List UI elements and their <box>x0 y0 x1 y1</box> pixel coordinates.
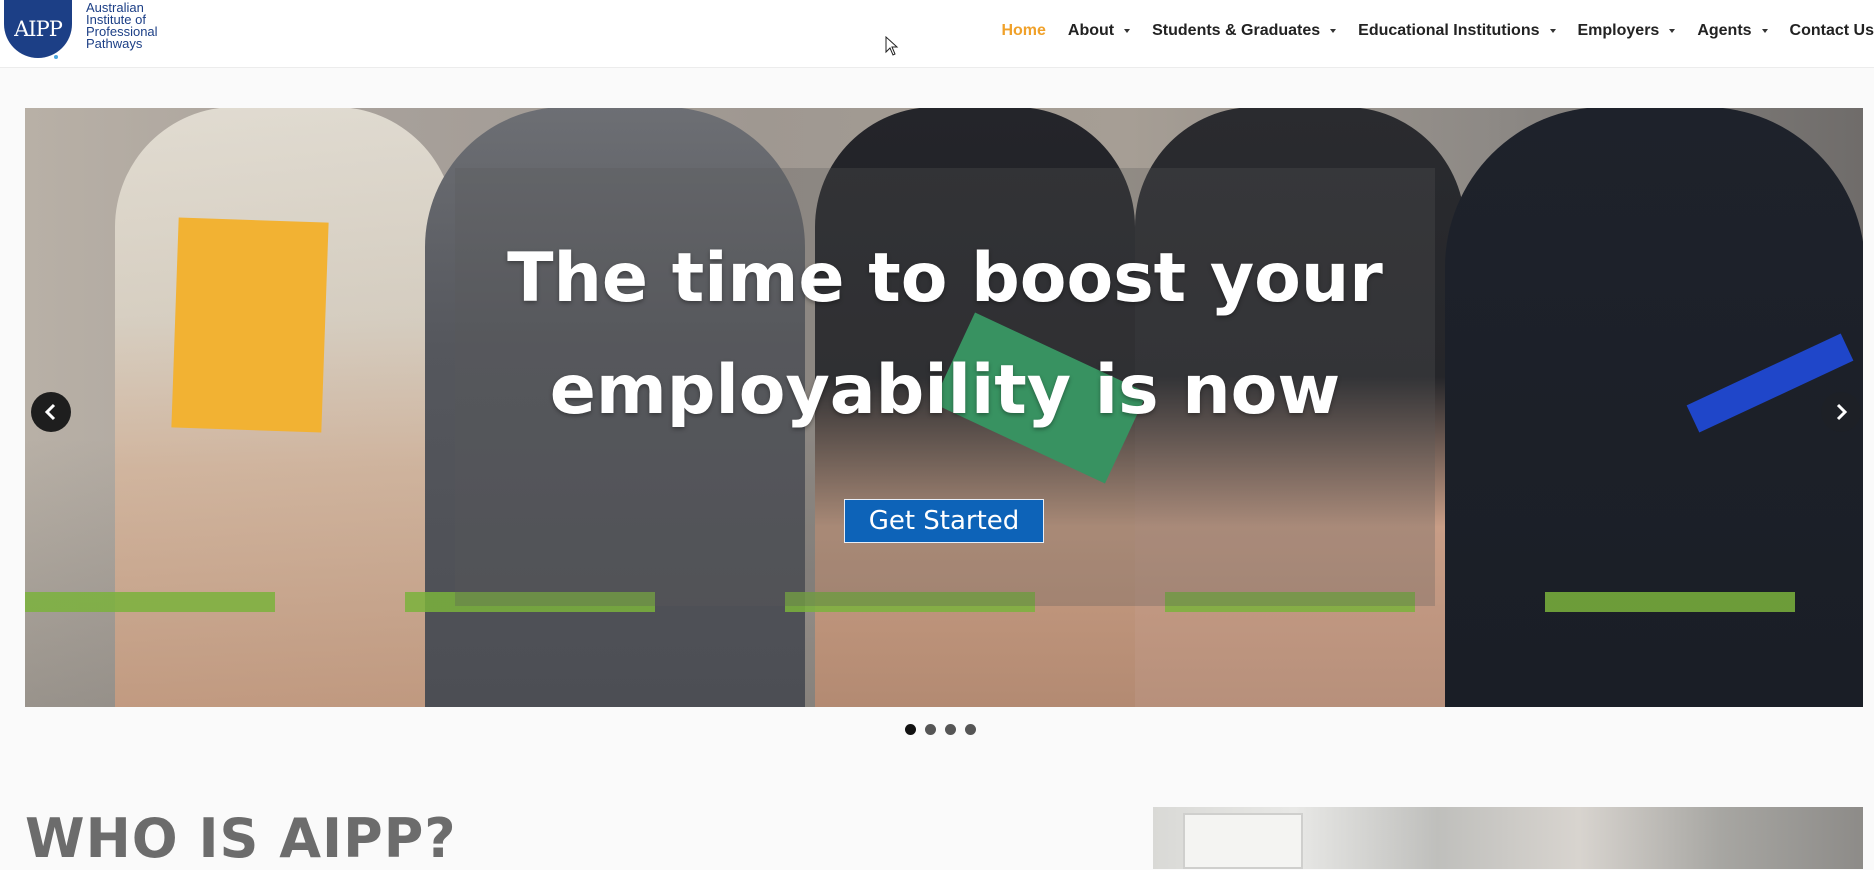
logo-text: Australian Institute of Professional Pat… <box>86 0 158 51</box>
logo-mark: AIPP <box>4 0 72 58</box>
slider-next-button[interactable] <box>1821 392 1861 432</box>
hero-slider: The time to boost your employability is … <box>25 108 1863 707</box>
chevron-right-icon <box>1836 403 1848 421</box>
hero-photo-person <box>1445 108 1863 707</box>
slider-dot[interactable] <box>925 724 936 735</box>
caret-down-icon <box>1761 29 1768 33</box>
site-header: AIPP Australian Institute of Professiona… <box>0 0 1874 68</box>
hero-photo-folder <box>171 217 329 433</box>
slider-pagination <box>905 724 976 735</box>
nav-item-agents[interactable]: Agents <box>1697 22 1768 40</box>
who-is-aipp-heading: WHO IS AIPP? <box>25 807 457 870</box>
slider-dot[interactable] <box>945 724 956 735</box>
slider-dot[interactable] <box>905 724 916 735</box>
site-logo[interactable]: AIPP Australian Institute of Professiona… <box>2 0 162 62</box>
caret-down-icon <box>1330 29 1337 33</box>
slider-dot[interactable] <box>965 724 976 735</box>
get-started-button[interactable]: Get Started <box>844 499 1044 543</box>
nav-item-employers[interactable]: Employers <box>1578 22 1676 40</box>
nav-item-about[interactable]: About <box>1068 22 1131 40</box>
who-section-image <box>1153 807 1863 869</box>
caret-down-icon <box>1124 29 1131 33</box>
nav-item-students-graduates[interactable]: Students & Graduates <box>1152 22 1337 40</box>
chevron-left-icon <box>44 403 56 421</box>
mouse-cursor-icon <box>885 36 899 56</box>
image-window-detail <box>1183 813 1303 869</box>
hero-title: The time to boost your employability is … <box>507 239 1383 430</box>
caret-down-icon <box>1549 29 1556 33</box>
nav-item-contact-us[interactable]: Contact Us <box>1790 22 1874 40</box>
slider-prev-button[interactable] <box>31 392 71 432</box>
caret-down-icon <box>1669 29 1676 33</box>
logo-dot <box>54 55 58 59</box>
nav-item-educational-institutions[interactable]: Educational Institutions <box>1358 22 1556 40</box>
nav-item-home[interactable]: Home <box>1001 22 1045 40</box>
main-nav: Home About Students & Graduates Educatio… <box>1001 0 1874 62</box>
